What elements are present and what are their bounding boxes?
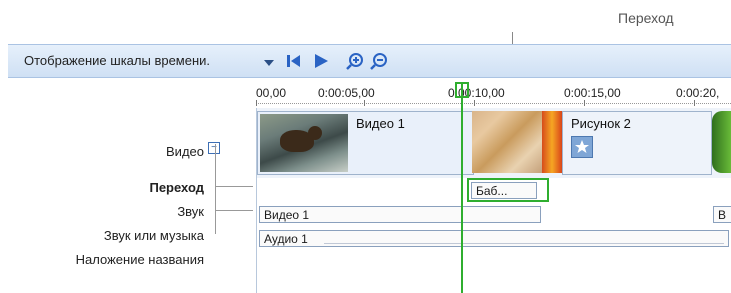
timeline-panel: Отображение шкалы времени. 00,00 0:00:05…: [8, 44, 731, 293]
transition-track: Баб...: [257, 178, 731, 202]
transition-highlight: [467, 178, 549, 202]
ruler-tick-label: 0:00:15,00: [564, 86, 621, 100]
view-mode-label[interactable]: Отображение шкалы времени.: [24, 53, 210, 68]
video-thumbnail: [260, 114, 348, 172]
zoom-out-icon[interactable]: [370, 52, 388, 70]
timeline-tracks: Видео 1 Рисунок 2 Баб... Видео 1 В Аудио…: [256, 108, 731, 293]
clip-title: Рисунок 2: [571, 116, 631, 131]
callout-label: Переход: [618, 10, 674, 26]
ruler-tick: [256, 100, 257, 106]
music-clip-title: Аудио 1: [264, 232, 308, 246]
picture-thumbnail: [542, 111, 562, 173]
video-clip-1[interactable]: Видео 1: [257, 111, 474, 175]
playhead-line[interactable]: [461, 82, 463, 293]
star-icon: [571, 136, 593, 158]
track-label-transition: Переход: [149, 180, 204, 195]
dropdown-arrow-icon[interactable]: [262, 54, 276, 72]
ruler-tick: [584, 100, 585, 106]
track-label-music: Звук или музыка: [103, 228, 204, 243]
ruler-tick: [364, 100, 365, 106]
ruler-tick-label: 0:00:20,: [676, 86, 720, 100]
track-tree-branch: [215, 210, 253, 211]
play-icon[interactable]: [312, 52, 330, 70]
track-tree-branch: [215, 186, 253, 187]
ruler-tick: [694, 100, 695, 106]
collapse-icon[interactable]: −: [208, 142, 220, 154]
track-label-title-overlay: Наложение названия: [75, 252, 204, 267]
ruler-baseline: [256, 103, 731, 104]
clip-title: Видео 1: [356, 116, 405, 131]
next-clip-thumbnail[interactable]: [712, 111, 731, 173]
picture-clip-2[interactable]: Рисунок 2: [562, 111, 712, 175]
audio-clip[interactable]: В: [713, 206, 731, 223]
playhead-marker[interactable]: [455, 82, 469, 98]
volume-line: [324, 243, 724, 244]
bear-head-shape: [308, 126, 322, 140]
ruler-tick-label: 00,00: [256, 86, 287, 100]
video-track: Видео 1 Рисунок 2: [257, 108, 731, 178]
time-ruler[interactable]: 00,00 0:00:05,00 0:00:10,00 0:00:15,00 0…: [256, 84, 731, 106]
music-clip[interactable]: Аудио 1: [259, 230, 729, 247]
zoom-in-icon[interactable]: [346, 52, 364, 70]
audio-track: Видео 1 В: [257, 204, 731, 226]
skip-to-start-icon[interactable]: [286, 52, 302, 70]
audio-clip[interactable]: Видео 1: [259, 206, 541, 223]
ruler-tick-label: 0:00:05,00: [318, 86, 375, 100]
ruler-tick: [474, 100, 475, 106]
transition-thumbnail[interactable]: [472, 111, 542, 173]
timeline-toolbar: Отображение шкалы времени.: [8, 44, 731, 78]
track-tree-line: [215, 144, 216, 234]
track-label-video: Видео: [166, 144, 204, 159]
track-label-audio: Звук: [177, 204, 204, 219]
music-track: Аудио 1: [257, 228, 731, 250]
